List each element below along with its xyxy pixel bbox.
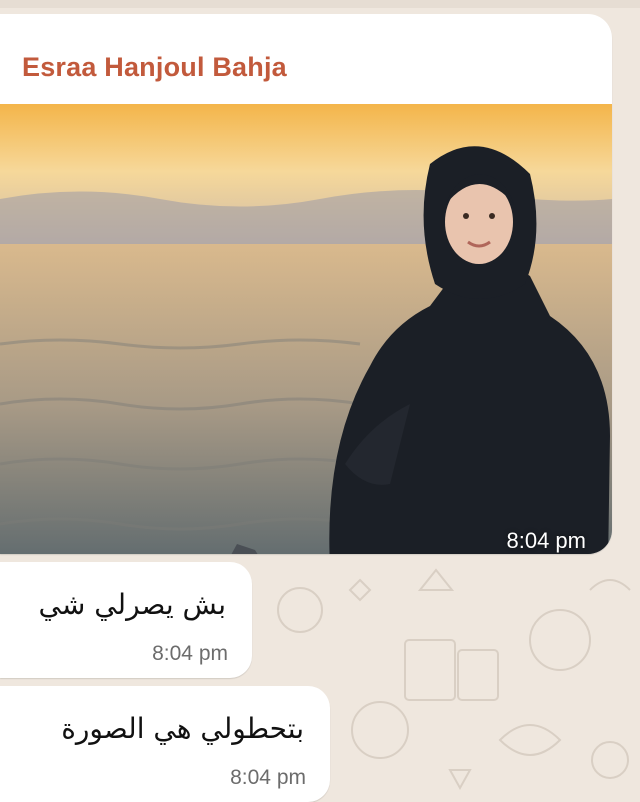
sender-name[interactable]: Esraa Hanjoul Bahja [22,52,287,83]
message-bubble[interactable]: بش يصرلي شي 8:04 pm [0,562,252,678]
message-text: بش يصرلي شي [38,588,226,621]
message-bubble[interactable]: بتحطولي هي الصورة 8:04 pm [0,686,330,802]
shared-photo[interactable]: 8:04 pm [0,104,612,554]
message-timestamp: 8:04 pm [230,766,306,789]
image-timestamp: 8:04 pm [506,528,587,553]
previous-message-edge [0,0,640,8]
image-message-bubble[interactable]: Esraa Hanjoul Bahja 8:04 pm [0,14,612,554]
message-timestamp: 8:04 pm [152,642,228,665]
message-text: بتحطولي هي الصورة [61,712,304,745]
